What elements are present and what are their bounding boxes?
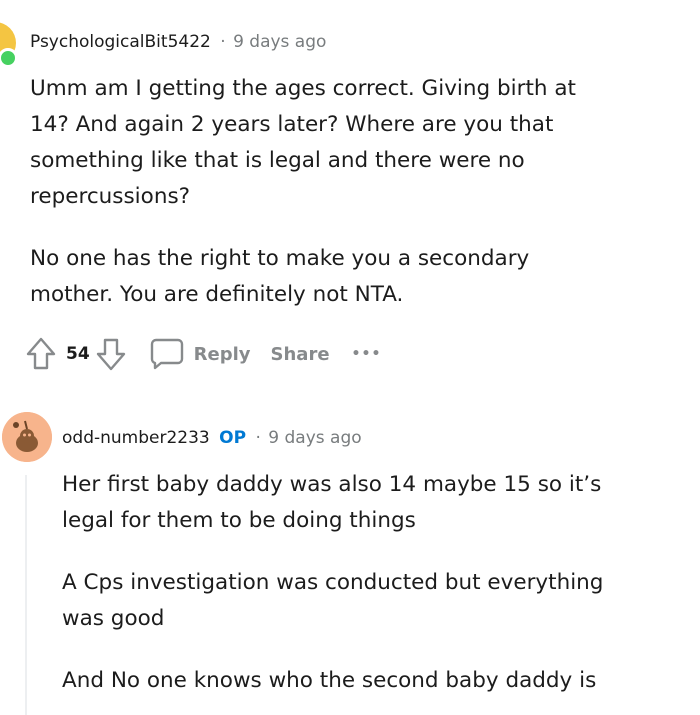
text-line: And No one knows who the second baby dad…	[62, 668, 597, 693]
text-line: repercussions?	[30, 184, 191, 209]
meta-separator: ·	[255, 428, 261, 448]
text-line: something like that is legal and there w…	[30, 148, 525, 173]
online-status-icon	[0, 48, 18, 68]
comment-paragraph: Umm am I getting the ages correct. Givin…	[30, 71, 670, 215]
comment-1: PsychologicalBit5422 · 9 days ago Umm am…	[0, 0, 700, 392]
text-line: Umm am I getting the ages correct. Givin…	[30, 76, 576, 101]
text-line: was good	[62, 606, 165, 631]
snoo-avatar-graphic	[2, 412, 52, 462]
upvote-icon	[26, 337, 56, 370]
text-line: legal for them to be doing things	[62, 508, 416, 533]
comment-icon	[150, 338, 183, 370]
comment-2: odd-number2233 OP · 9 days ago Her first…	[0, 393, 700, 715]
timestamp[interactable]: 9 days ago	[268, 428, 361, 448]
more-icon[interactable]: •••	[352, 346, 382, 362]
text-line: A Cps investigation was conducted but ev…	[62, 570, 604, 595]
comment-action-bar: 54 Reply Share •••	[26, 334, 381, 374]
comment-body: Her first baby daddy was also 14 maybe 1…	[62, 467, 682, 699]
comment-paragraph: And No one knows who the second baby dad…	[62, 663, 682, 699]
comment-meta: PsychologicalBit5422 · 9 days ago	[30, 32, 326, 52]
vote-count: 54	[66, 344, 90, 364]
thread-line[interactable]	[25, 475, 27, 715]
reply-label: Reply	[193, 343, 251, 365]
downvote-icon	[96, 338, 125, 371]
text-line: 14? And again 2 years later? Where are y…	[30, 112, 554, 137]
comment-paragraph: A Cps investigation was conducted but ev…	[62, 565, 682, 637]
op-badge: OP	[219, 428, 247, 448]
comment-paragraph: Her first baby daddy was also 14 maybe 1…	[62, 467, 682, 539]
text-line: No one has the right to make you a secon…	[30, 246, 530, 271]
share-button[interactable]: Share	[271, 344, 330, 365]
username[interactable]: PsychologicalBit5422	[30, 32, 211, 52]
snoo-avatar-icon[interactable]	[2, 412, 52, 462]
downvote-button[interactable]	[96, 337, 126, 371]
username[interactable]: odd-number2233	[62, 428, 210, 448]
text-line: mother. You are definitely not NTA.	[30, 282, 404, 307]
reply-button[interactable]: Reply	[150, 338, 251, 370]
upvote-button[interactable]	[26, 337, 56, 371]
text-line: Her first baby daddy was also 14 maybe 1…	[62, 472, 602, 497]
comment-body: Umm am I getting the ages correct. Givin…	[30, 71, 670, 313]
comment-meta: odd-number2233 OP · 9 days ago	[62, 428, 362, 448]
timestamp[interactable]: 9 days ago	[233, 32, 326, 52]
meta-separator: ·	[220, 32, 226, 52]
comment-paragraph: No one has the right to make you a secon…	[30, 241, 670, 313]
